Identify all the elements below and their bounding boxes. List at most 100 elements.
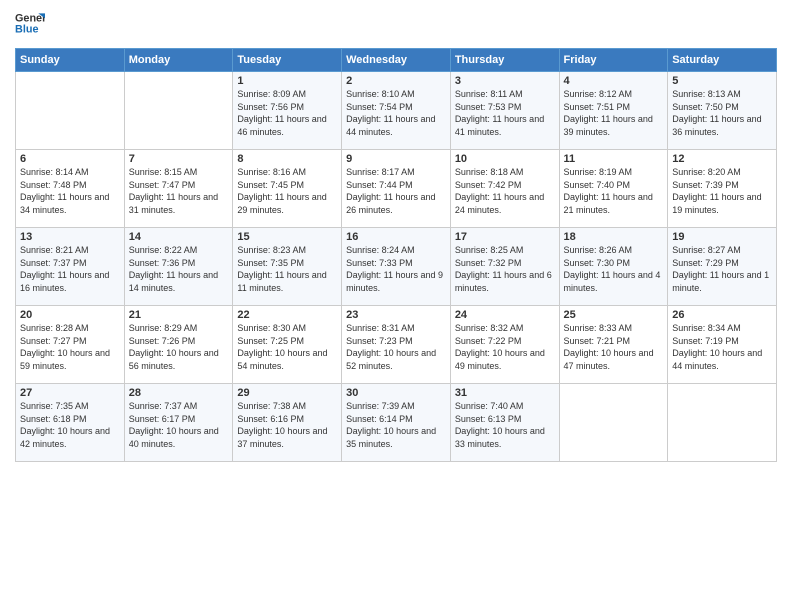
day-cell: 19Sunrise: 8:27 AM Sunset: 7:29 PM Dayli… <box>668 228 777 306</box>
day-number: 19 <box>672 231 772 243</box>
day-cell: 17Sunrise: 8:25 AM Sunset: 7:32 PM Dayli… <box>450 228 559 306</box>
day-number: 5 <box>672 75 772 87</box>
day-header-thursday: Thursday <box>450 49 559 72</box>
day-cell <box>16 72 125 150</box>
day-info: Sunrise: 8:22 AM Sunset: 7:36 PM Dayligh… <box>129 244 229 294</box>
day-header-friday: Friday <box>559 49 668 72</box>
day-info: Sunrise: 8:23 AM Sunset: 7:35 PM Dayligh… <box>237 244 337 294</box>
day-number: 1 <box>237 75 337 87</box>
day-info: Sunrise: 8:09 AM Sunset: 7:56 PM Dayligh… <box>237 88 337 138</box>
day-cell: 15Sunrise: 8:23 AM Sunset: 7:35 PM Dayli… <box>233 228 342 306</box>
day-cell: 9Sunrise: 8:17 AM Sunset: 7:44 PM Daylig… <box>342 150 451 228</box>
day-info: Sunrise: 7:38 AM Sunset: 6:16 PM Dayligh… <box>237 400 337 450</box>
week-row-1: 1Sunrise: 8:09 AM Sunset: 7:56 PM Daylig… <box>16 72 777 150</box>
day-info: Sunrise: 8:13 AM Sunset: 7:50 PM Dayligh… <box>672 88 772 138</box>
day-info: Sunrise: 7:40 AM Sunset: 6:13 PM Dayligh… <box>455 400 555 450</box>
day-cell: 12Sunrise: 8:20 AM Sunset: 7:39 PM Dayli… <box>668 150 777 228</box>
day-cell: 3Sunrise: 8:11 AM Sunset: 7:53 PM Daylig… <box>450 72 559 150</box>
calendar-table: SundayMondayTuesdayWednesdayThursdayFrid… <box>15 48 777 462</box>
day-header-tuesday: Tuesday <box>233 49 342 72</box>
day-cell: 7Sunrise: 8:15 AM Sunset: 7:47 PM Daylig… <box>124 150 233 228</box>
day-number: 28 <box>129 387 229 399</box>
day-number: 31 <box>455 387 555 399</box>
day-cell: 26Sunrise: 8:34 AM Sunset: 7:19 PM Dayli… <box>668 306 777 384</box>
day-info: Sunrise: 7:35 AM Sunset: 6:18 PM Dayligh… <box>20 400 120 450</box>
day-number: 26 <box>672 309 772 321</box>
day-cell: 28Sunrise: 7:37 AM Sunset: 6:17 PM Dayli… <box>124 384 233 462</box>
day-info: Sunrise: 7:39 AM Sunset: 6:14 PM Dayligh… <box>346 400 446 450</box>
day-info: Sunrise: 8:19 AM Sunset: 7:40 PM Dayligh… <box>564 166 664 216</box>
day-info: Sunrise: 8:28 AM Sunset: 7:27 PM Dayligh… <box>20 322 120 372</box>
header: General Blue <box>15 10 777 40</box>
day-number: 6 <box>20 153 120 165</box>
day-cell: 16Sunrise: 8:24 AM Sunset: 7:33 PM Dayli… <box>342 228 451 306</box>
day-number: 4 <box>564 75 664 87</box>
day-header-saturday: Saturday <box>668 49 777 72</box>
day-number: 20 <box>20 309 120 321</box>
week-row-3: 13Sunrise: 8:21 AM Sunset: 7:37 PM Dayli… <box>16 228 777 306</box>
day-number: 13 <box>20 231 120 243</box>
day-info: Sunrise: 8:12 AM Sunset: 7:51 PM Dayligh… <box>564 88 664 138</box>
day-cell: 31Sunrise: 7:40 AM Sunset: 6:13 PM Dayli… <box>450 384 559 462</box>
day-cell: 27Sunrise: 7:35 AM Sunset: 6:18 PM Dayli… <box>16 384 125 462</box>
day-info: Sunrise: 8:21 AM Sunset: 7:37 PM Dayligh… <box>20 244 120 294</box>
week-row-4: 20Sunrise: 8:28 AM Sunset: 7:27 PM Dayli… <box>16 306 777 384</box>
day-number: 18 <box>564 231 664 243</box>
day-info: Sunrise: 8:27 AM Sunset: 7:29 PM Dayligh… <box>672 244 772 294</box>
day-number: 29 <box>237 387 337 399</box>
day-number: 23 <box>346 309 446 321</box>
day-info: Sunrise: 8:10 AM Sunset: 7:54 PM Dayligh… <box>346 88 446 138</box>
svg-text:Blue: Blue <box>15 24 38 36</box>
day-number: 10 <box>455 153 555 165</box>
day-cell: 2Sunrise: 8:10 AM Sunset: 7:54 PM Daylig… <box>342 72 451 150</box>
day-number: 16 <box>346 231 446 243</box>
day-info: Sunrise: 8:15 AM Sunset: 7:47 PM Dayligh… <box>129 166 229 216</box>
day-info: Sunrise: 8:30 AM Sunset: 7:25 PM Dayligh… <box>237 322 337 372</box>
day-number: 30 <box>346 387 446 399</box>
day-cell: 14Sunrise: 8:22 AM Sunset: 7:36 PM Dayli… <box>124 228 233 306</box>
day-cell: 30Sunrise: 7:39 AM Sunset: 6:14 PM Dayli… <box>342 384 451 462</box>
header-row: SundayMondayTuesdayWednesdayThursdayFrid… <box>16 49 777 72</box>
day-number: 9 <box>346 153 446 165</box>
day-cell: 22Sunrise: 8:30 AM Sunset: 7:25 PM Dayli… <box>233 306 342 384</box>
day-cell: 13Sunrise: 8:21 AM Sunset: 7:37 PM Dayli… <box>16 228 125 306</box>
day-number: 24 <box>455 309 555 321</box>
day-cell: 1Sunrise: 8:09 AM Sunset: 7:56 PM Daylig… <box>233 72 342 150</box>
day-info: Sunrise: 8:16 AM Sunset: 7:45 PM Dayligh… <box>237 166 337 216</box>
day-info: Sunrise: 8:17 AM Sunset: 7:44 PM Dayligh… <box>346 166 446 216</box>
day-number: 11 <box>564 153 664 165</box>
day-info: Sunrise: 8:31 AM Sunset: 7:23 PM Dayligh… <box>346 322 446 372</box>
day-header-sunday: Sunday <box>16 49 125 72</box>
day-number: 15 <box>237 231 337 243</box>
day-cell: 24Sunrise: 8:32 AM Sunset: 7:22 PM Dayli… <box>450 306 559 384</box>
day-cell: 20Sunrise: 8:28 AM Sunset: 7:27 PM Dayli… <box>16 306 125 384</box>
day-cell: 8Sunrise: 8:16 AM Sunset: 7:45 PM Daylig… <box>233 150 342 228</box>
day-number: 27 <box>20 387 120 399</box>
day-cell: 11Sunrise: 8:19 AM Sunset: 7:40 PM Dayli… <box>559 150 668 228</box>
day-number: 21 <box>129 309 229 321</box>
day-number: 17 <box>455 231 555 243</box>
day-cell: 23Sunrise: 8:31 AM Sunset: 7:23 PM Dayli… <box>342 306 451 384</box>
day-info: Sunrise: 8:33 AM Sunset: 7:21 PM Dayligh… <box>564 322 664 372</box>
day-cell: 6Sunrise: 8:14 AM Sunset: 7:48 PM Daylig… <box>16 150 125 228</box>
day-info: Sunrise: 8:18 AM Sunset: 7:42 PM Dayligh… <box>455 166 555 216</box>
day-number: 8 <box>237 153 337 165</box>
day-cell: 25Sunrise: 8:33 AM Sunset: 7:21 PM Dayli… <box>559 306 668 384</box>
day-info: Sunrise: 8:20 AM Sunset: 7:39 PM Dayligh… <box>672 166 772 216</box>
day-info: Sunrise: 8:32 AM Sunset: 7:22 PM Dayligh… <box>455 322 555 372</box>
day-cell <box>668 384 777 462</box>
day-cell <box>124 72 233 150</box>
day-info: Sunrise: 8:11 AM Sunset: 7:53 PM Dayligh… <box>455 88 555 138</box>
logo-icon: General Blue <box>15 10 45 40</box>
week-row-5: 27Sunrise: 7:35 AM Sunset: 6:18 PM Dayli… <box>16 384 777 462</box>
day-cell: 4Sunrise: 8:12 AM Sunset: 7:51 PM Daylig… <box>559 72 668 150</box>
day-number: 7 <box>129 153 229 165</box>
day-number: 25 <box>564 309 664 321</box>
day-number: 3 <box>455 75 555 87</box>
day-info: Sunrise: 8:24 AM Sunset: 7:33 PM Dayligh… <box>346 244 446 294</box>
day-info: Sunrise: 7:37 AM Sunset: 6:17 PM Dayligh… <box>129 400 229 450</box>
week-row-2: 6Sunrise: 8:14 AM Sunset: 7:48 PM Daylig… <box>16 150 777 228</box>
day-info: Sunrise: 8:14 AM Sunset: 7:48 PM Dayligh… <box>20 166 120 216</box>
day-cell: 29Sunrise: 7:38 AM Sunset: 6:16 PM Dayli… <box>233 384 342 462</box>
day-cell: 21Sunrise: 8:29 AM Sunset: 7:26 PM Dayli… <box>124 306 233 384</box>
